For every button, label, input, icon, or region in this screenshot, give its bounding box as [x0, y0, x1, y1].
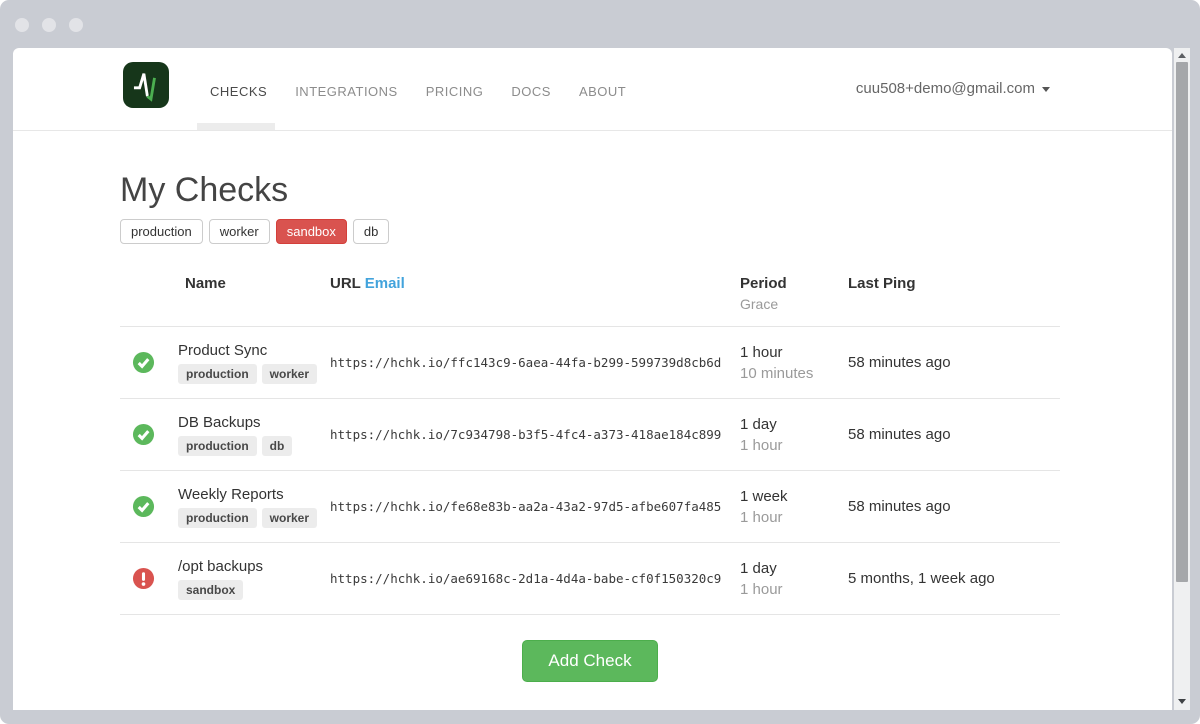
check-tags: production db — [178, 436, 330, 456]
ping-url[interactable]: https://hchk.io/ffc143c9-6aea-44fa-b299-… — [330, 355, 740, 370]
scroll-down-arrow-icon[interactable] — [1174, 694, 1190, 708]
check-name-cell: DB Backups production db — [178, 414, 330, 456]
check-tags: production worker — [178, 508, 330, 528]
filter-production[interactable]: production — [120, 219, 203, 244]
period-value: 1 day — [740, 416, 848, 433]
grace-value: 1 hour — [740, 437, 848, 454]
column-header-last-ping: Last Ping — [848, 275, 1060, 292]
column-header-period: Period Grace — [740, 275, 848, 312]
table-row[interactable]: /opt backups sandbox https://hchk.io/ae6… — [120, 543, 1060, 615]
check-name-cell: /opt backups sandbox — [178, 558, 330, 600]
period-value: 1 week — [740, 488, 848, 505]
main-content: My Checks production worker sandbox db N… — [13, 171, 1172, 682]
grace-header-label: Grace — [740, 296, 848, 312]
vertical-scrollbar[interactable] — [1174, 48, 1190, 710]
page-card: CHECKS INTEGRATIONS PRICING DOCS ABOUT c… — [13, 48, 1172, 710]
healthchecks-logo-icon[interactable] — [123, 62, 169, 108]
window-dot-icon[interactable] — [69, 18, 83, 32]
tag-badge: worker — [262, 508, 317, 528]
last-ping-value: 58 minutes ago — [848, 426, 1060, 443]
ping-url[interactable]: https://hchk.io/ae69168c-2d1a-4d4a-babe-… — [330, 571, 740, 586]
checks-table: Name URL Email Period Grace Last Ping — [120, 275, 1060, 615]
tag-badge: production — [178, 436, 257, 456]
heartbeat-logo-icon — [129, 68, 163, 102]
browser-window: CHECKS INTEGRATIONS PRICING DOCS ABOUT c… — [0, 0, 1200, 724]
period-cell: 1 day 1 hour — [740, 560, 848, 598]
table-row[interactable]: DB Backups production db https://hchk.io… — [120, 399, 1060, 471]
url-header-label: URL — [330, 275, 361, 292]
account-menu[interactable]: cuu508+demo@gmail.com — [856, 80, 1050, 97]
grace-value: 1 hour — [740, 509, 848, 526]
active-tab-indicator — [197, 123, 275, 130]
main-nav: CHECKS INTEGRATIONS PRICING DOCS ABOUT — [210, 84, 626, 99]
tag-badge: sandbox — [178, 580, 243, 600]
filter-worker[interactable]: worker — [209, 219, 270, 244]
tag-badge: worker — [262, 364, 317, 384]
page-title: My Checks — [120, 171, 1172, 209]
last-ping-value: 5 months, 1 week ago — [848, 570, 1060, 587]
scrollbar-thumb[interactable] — [1176, 62, 1188, 582]
scroll-up-arrow-icon[interactable] — [1174, 48, 1190, 62]
window-dot-icon[interactable] — [15, 18, 29, 32]
check-circle-icon — [132, 495, 155, 518]
caret-down-icon — [1042, 87, 1050, 92]
table-header: Name URL Email Period Grace Last Ping — [120, 275, 1060, 327]
nav-item-integrations[interactable]: INTEGRATIONS — [295, 84, 398, 99]
window-controls — [15, 18, 83, 32]
period-cell: 1 week 1 hour — [740, 488, 848, 526]
tag-badge: db — [262, 436, 293, 456]
check-name-cell: Product Sync production worker — [178, 342, 330, 384]
period-header-label: Period — [740, 275, 848, 292]
add-check-container: Add Check — [120, 640, 1060, 682]
window-dot-icon[interactable] — [42, 18, 56, 32]
check-name[interactable]: DB Backups — [178, 414, 330, 431]
column-header-url: URL Email — [330, 275, 740, 292]
check-tags: production worker — [178, 364, 330, 384]
column-header-name: Name — [178, 275, 330, 292]
check-tags: sandbox — [178, 580, 330, 600]
grace-value: 1 hour — [740, 581, 848, 598]
check-name[interactable]: Weekly Reports — [178, 486, 330, 503]
tag-badge: production — [178, 364, 257, 384]
check-name[interactable]: Product Sync — [178, 342, 330, 359]
check-circle-icon — [132, 423, 155, 446]
tag-filters: production worker sandbox db — [120, 219, 1172, 244]
account-email: cuu508+demo@gmail.com — [856, 80, 1035, 97]
period-cell: 1 hour 10 minutes — [740, 344, 848, 382]
email-header-link[interactable]: Email — [365, 275, 405, 292]
check-name-cell: Weekly Reports production worker — [178, 486, 330, 528]
period-cell: 1 day 1 hour — [740, 416, 848, 454]
tag-badge: production — [178, 508, 257, 528]
period-value: 1 hour — [740, 344, 848, 361]
ping-url[interactable]: https://hchk.io/7c934798-b3f5-4fc4-a373-… — [330, 427, 740, 442]
nav-item-about[interactable]: ABOUT — [579, 84, 626, 99]
nav-item-checks[interactable]: CHECKS — [210, 84, 267, 99]
grace-value: 10 minutes — [740, 365, 848, 382]
add-check-button[interactable]: Add Check — [522, 640, 657, 682]
table-row[interactable]: Product Sync production worker https://h… — [120, 327, 1060, 399]
filter-sandbox[interactable]: sandbox — [276, 219, 347, 244]
last-ping-value: 58 minutes ago — [848, 354, 1060, 371]
check-circle-icon — [132, 351, 155, 374]
filter-db[interactable]: db — [353, 219, 389, 244]
exclamation-circle-icon — [132, 567, 155, 590]
ping-url[interactable]: https://hchk.io/fe68e83b-aa2a-43a2-97d5-… — [330, 499, 740, 514]
site-header: CHECKS INTEGRATIONS PRICING DOCS ABOUT c… — [13, 48, 1172, 131]
nav-item-docs[interactable]: DOCS — [511, 84, 551, 99]
check-name[interactable]: /opt backups — [178, 558, 330, 575]
period-value: 1 day — [740, 560, 848, 577]
last-ping-value: 58 minutes ago — [848, 498, 1060, 515]
table-row[interactable]: Weekly Reports production worker https:/… — [120, 471, 1060, 543]
nav-item-pricing[interactable]: PRICING — [426, 84, 484, 99]
